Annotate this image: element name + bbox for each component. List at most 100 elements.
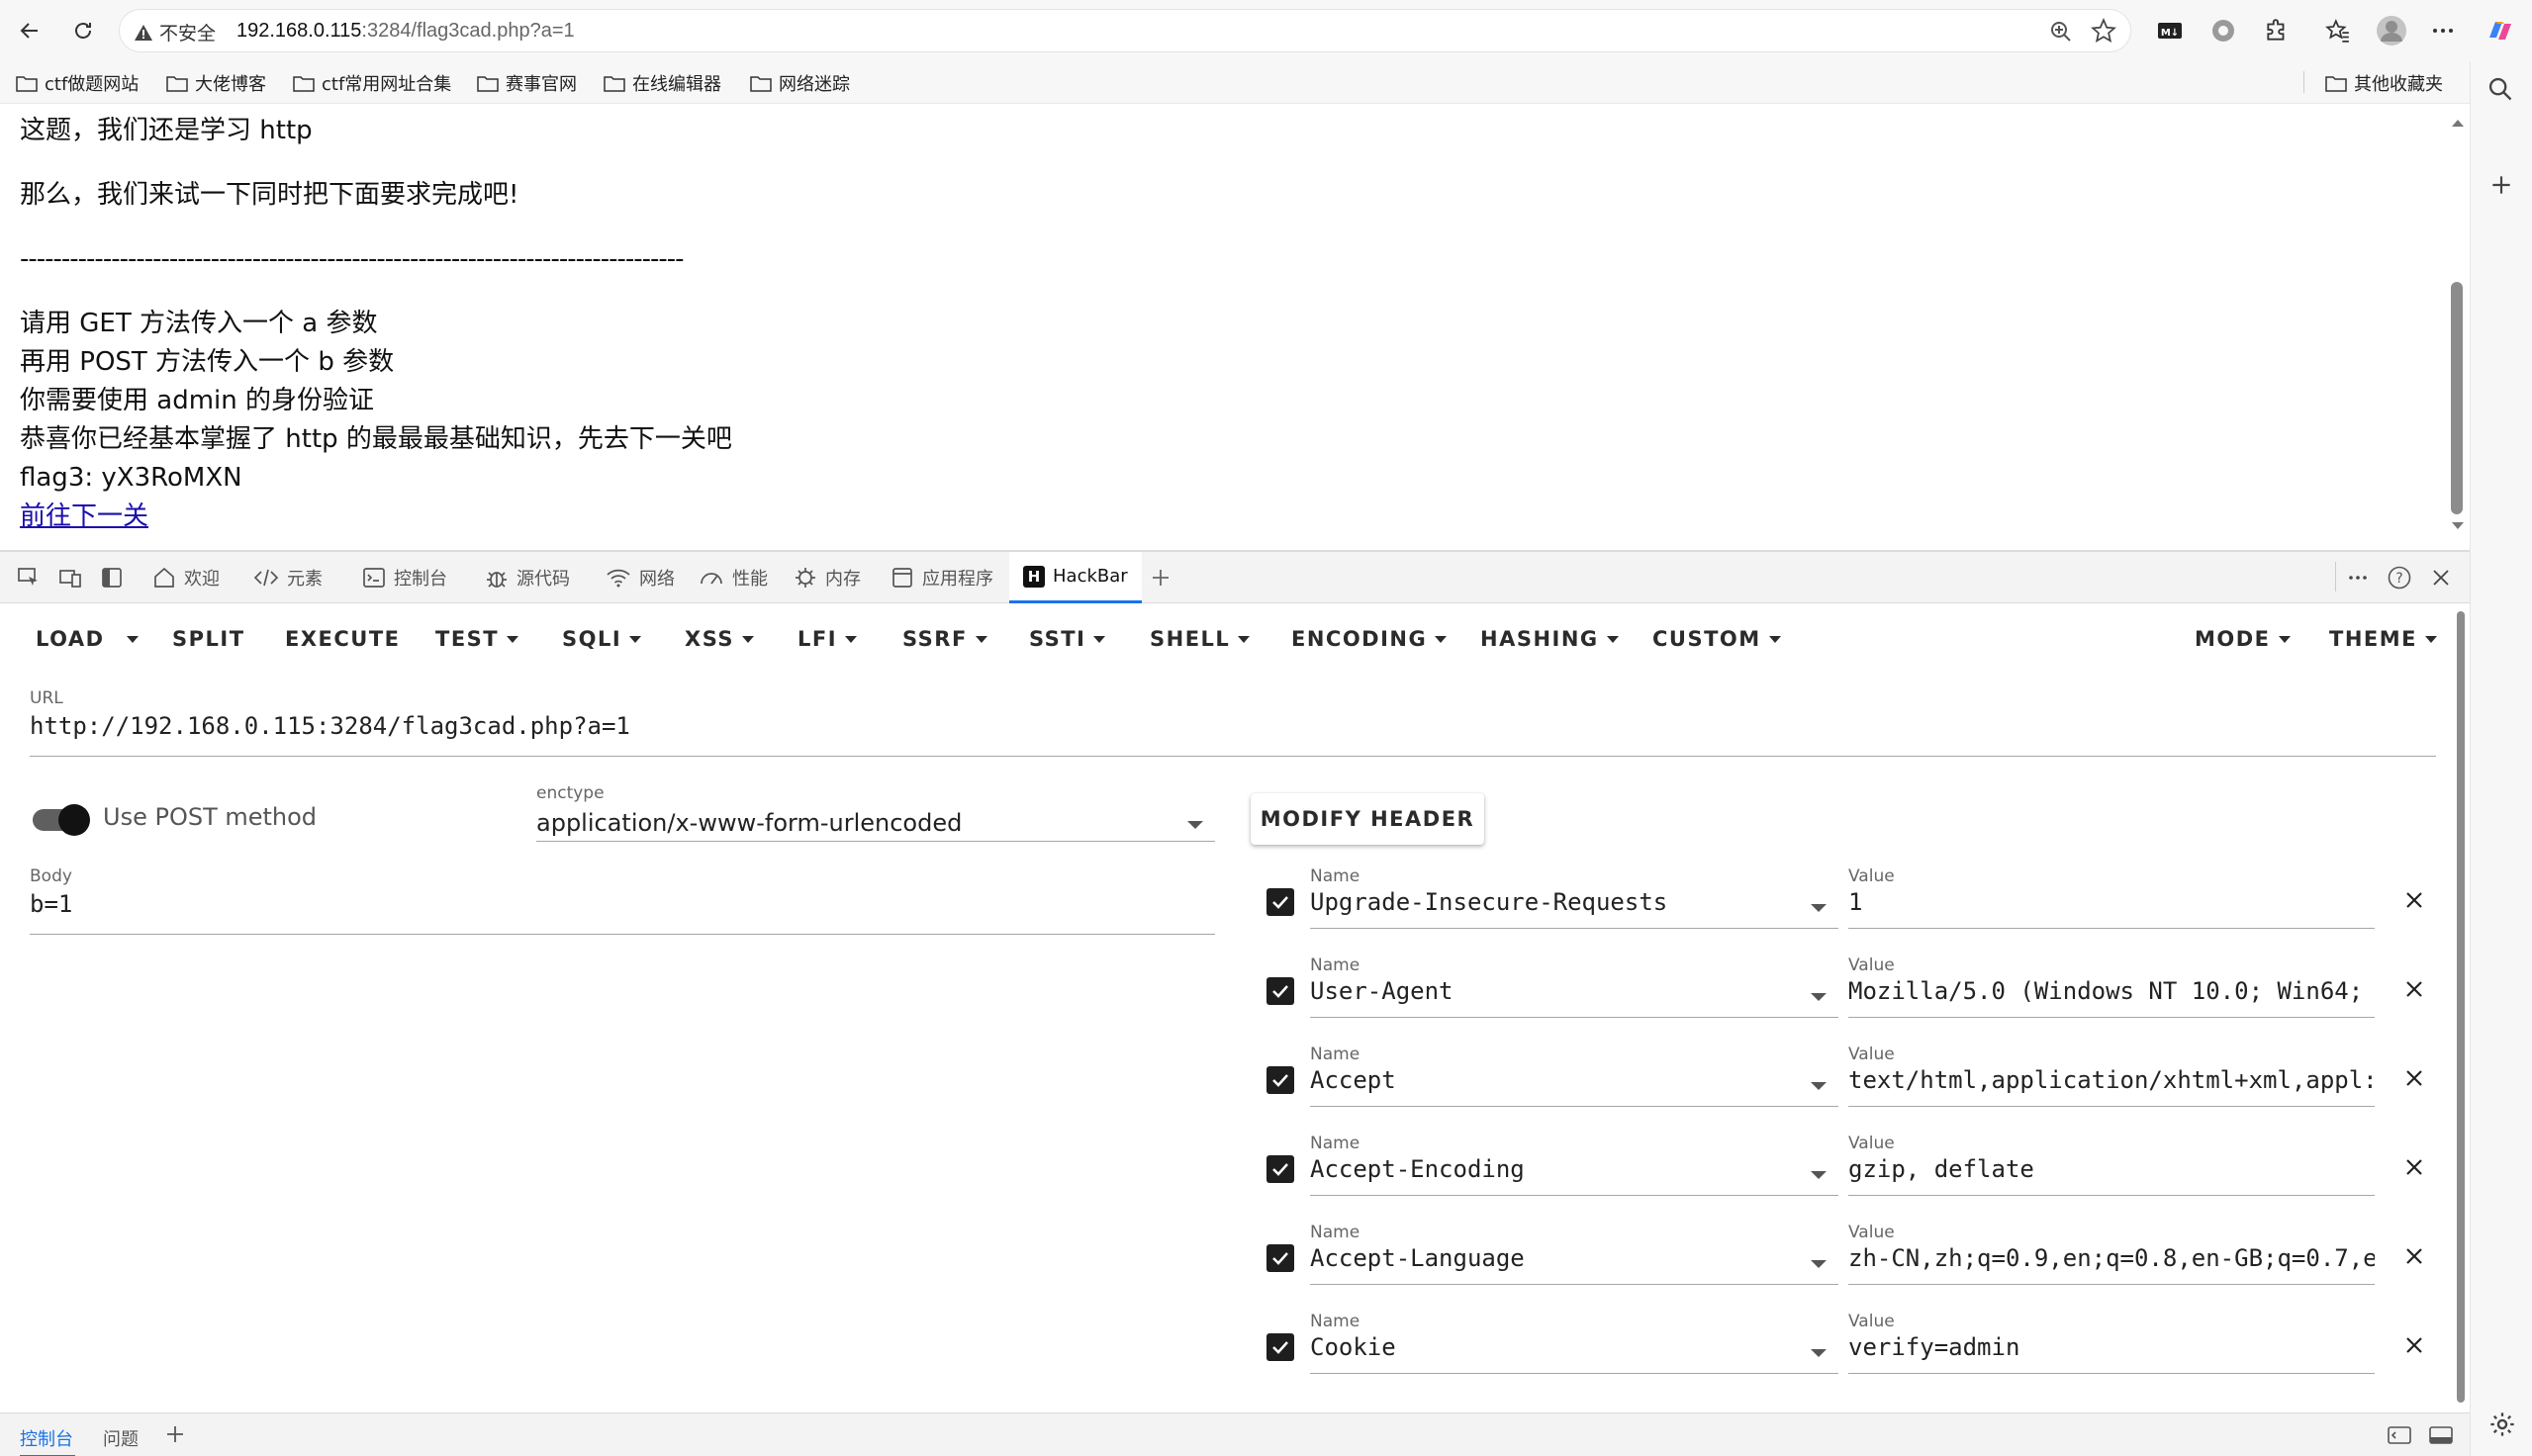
- header-enabled-checkbox[interactable]: [1266, 1066, 1294, 1094]
- caret-down-icon[interactable]: [1187, 821, 1203, 829]
- shell-menu[interactable]: SHELL: [1150, 627, 1251, 651]
- execute-button[interactable]: EXECUTE: [285, 627, 401, 651]
- enctype-select[interactable]: application/x-www-form-urlencoded: [536, 809, 962, 837]
- scroll-down-icon[interactable]: [2447, 519, 2469, 533]
- bookmark-ctf-links[interactable]: ctf常用网址合集: [293, 70, 451, 96]
- remove-header-button[interactable]: [2400, 1064, 2428, 1092]
- security-indicator[interactable]: 不安全: [134, 19, 216, 46]
- close-devtools-button[interactable]: [2428, 565, 2454, 591]
- markdown-extension-button[interactable]: M↓: [2153, 14, 2187, 47]
- header-value-input[interactable]: Mozilla/5.0 (Windows NT 10.0; Win64;: [1848, 977, 2375, 1005]
- remove-header-button[interactable]: [2400, 1153, 2428, 1181]
- ssrf-menu[interactable]: SSRF: [902, 627, 987, 651]
- bookmark-editors[interactable]: 在线编辑器: [604, 70, 721, 96]
- inspect-button[interactable]: [16, 565, 42, 591]
- post-method-toggle[interactable]: [33, 802, 90, 836]
- zoom-button[interactable]: [2049, 20, 2073, 47]
- header-name-input[interactable]: Accept-Encoding: [1310, 1155, 1785, 1183]
- address-bar[interactable]: 不安全 192.168.0.115:3284/flag3cad.php?a=1: [119, 9, 2131, 52]
- bookmark-contests[interactable]: 赛事官网: [477, 70, 577, 96]
- bookmark-blogs[interactable]: 大佬博客: [166, 70, 266, 96]
- url-field[interactable]: http://192.168.0.115:3284/flag3cad.php?a…: [30, 712, 2424, 740]
- devtools-more-button[interactable]: [2345, 565, 2371, 591]
- scroll-up-icon[interactable]: [2447, 116, 2469, 130]
- tab-welcome[interactable]: 欢迎: [152, 552, 220, 603]
- tab-elements[interactable]: 元素: [253, 552, 323, 603]
- tab-hackbar[interactable]: H HackBar: [1009, 552, 1142, 603]
- header-value-input[interactable]: gzip, deflate: [1848, 1155, 2375, 1183]
- favorite-button[interactable]: [2091, 17, 2116, 47]
- header-enabled-checkbox[interactable]: [1266, 1155, 1294, 1183]
- ssti-menu[interactable]: SSTI: [1029, 627, 1106, 651]
- body-field[interactable]: b=1: [30, 890, 1207, 918]
- drawer-add-button[interactable]: [164, 1423, 186, 1449]
- theme-menu[interactable]: THEME: [2329, 627, 2437, 651]
- header-value-input[interactable]: verify=admin: [1848, 1333, 2375, 1361]
- drawer-tab-issues[interactable]: 问题: [103, 1425, 139, 1451]
- tab-performance[interactable]: 性能: [699, 552, 768, 603]
- header-value-input[interactable]: zh-CN,zh;q=0.9,en;q=0.8,en-GB;q=0.7,e: [1848, 1244, 2375, 1272]
- more-menu-button[interactable]: [2426, 14, 2460, 47]
- tab-memory[interactable]: 内存: [794, 552, 861, 603]
- caret-down-icon[interactable]: [1811, 904, 1827, 912]
- tab-console[interactable]: 控制台: [362, 552, 447, 603]
- dock-side-button[interactable]: [99, 565, 125, 591]
- sidebar-settings-button[interactable]: [2488, 1410, 2516, 1442]
- header-enabled-checkbox[interactable]: [1266, 1244, 1294, 1272]
- test-menu[interactable]: TEST: [435, 627, 519, 651]
- back-button[interactable]: [12, 13, 47, 48]
- lfi-menu[interactable]: LFI: [797, 627, 858, 651]
- sidebar-search-button[interactable]: [2486, 75, 2514, 107]
- xss-menu[interactable]: XSS: [685, 627, 754, 651]
- caret-down-icon[interactable]: [1811, 1171, 1827, 1179]
- custom-menu[interactable]: CUSTOM: [1652, 627, 1781, 651]
- favorites-button[interactable]: [2321, 14, 2355, 47]
- load-button[interactable]: LOAD: [36, 627, 105, 651]
- header-name-input[interactable]: Accept: [1310, 1066, 1785, 1094]
- drawer-dock-button[interactable]: [2387, 1423, 2412, 1451]
- header-enabled-checkbox[interactable]: [1266, 888, 1294, 916]
- load-dropdown-button[interactable]: [127, 636, 139, 643]
- header-enabled-checkbox[interactable]: [1266, 977, 1294, 1005]
- header-name-input[interactable]: Upgrade-Insecure-Requests: [1310, 888, 1785, 916]
- caret-down-icon[interactable]: [1811, 1082, 1827, 1090]
- modify-header-button[interactable]: MODIFY HEADER: [1251, 793, 1484, 845]
- device-emulation-button[interactable]: [57, 565, 83, 591]
- record-extension-button[interactable]: [2206, 14, 2240, 47]
- hashing-menu[interactable]: HASHING: [1480, 627, 1619, 651]
- profile-button[interactable]: [2375, 14, 2408, 47]
- tab-network[interactable]: 网络: [606, 552, 675, 603]
- drawer-toggle-button[interactable]: [2428, 1423, 2454, 1451]
- bookmark-ctf-sites[interactable]: ctf做题网站: [16, 70, 139, 96]
- help-button[interactable]: ?: [2387, 565, 2412, 591]
- header-value-input[interactable]: 1: [1848, 888, 2375, 916]
- remove-header-button[interactable]: [2400, 1331, 2428, 1359]
- caret-down-icon[interactable]: [1811, 1260, 1827, 1268]
- sidebar-add-button[interactable]: [2488, 172, 2514, 202]
- refresh-button[interactable]: [65, 13, 101, 48]
- page-scrollbar[interactable]: [2447, 104, 2469, 549]
- header-name-input[interactable]: Accept-Language: [1310, 1244, 1785, 1272]
- encoding-menu[interactable]: ENCODING: [1291, 627, 1448, 651]
- remove-header-button[interactable]: [2400, 1242, 2428, 1270]
- page-scroll-thumb[interactable]: [2451, 282, 2463, 514]
- bookmark-other[interactable]: 其他收藏夹: [2325, 70, 2443, 96]
- extensions-button[interactable]: [2260, 14, 2294, 47]
- url-text[interactable]: 192.168.0.115:3284/flag3cad.php?a=1: [236, 20, 575, 43]
- more-tabs-button[interactable]: [1148, 565, 1173, 591]
- tab-sources[interactable]: 源代码: [485, 552, 570, 603]
- next-level-link[interactable]: 前往下一关: [20, 501, 148, 531]
- caret-down-icon[interactable]: [1811, 993, 1827, 1001]
- sqli-menu[interactable]: SQLI: [562, 627, 642, 651]
- header-name-input[interactable]: Cookie: [1310, 1333, 1785, 1361]
- remove-header-button[interactable]: [2400, 975, 2428, 1003]
- header-enabled-checkbox[interactable]: [1266, 1333, 1294, 1361]
- header-name-input[interactable]: User-Agent: [1310, 977, 1785, 1005]
- tab-application[interactable]: 应用程序: [891, 552, 993, 603]
- header-value-input[interactable]: text/html,application/xhtml+xml,appl:: [1848, 1066, 2375, 1094]
- mode-menu[interactable]: MODE: [2195, 627, 2291, 651]
- hackbar-scroll-thumb[interactable]: [2457, 611, 2465, 1403]
- split-button[interactable]: SPLIT: [172, 627, 245, 651]
- bookmark-osint[interactable]: 网络迷踪: [750, 70, 850, 96]
- hackbar-scrollbar[interactable]: [2454, 611, 2468, 1403]
